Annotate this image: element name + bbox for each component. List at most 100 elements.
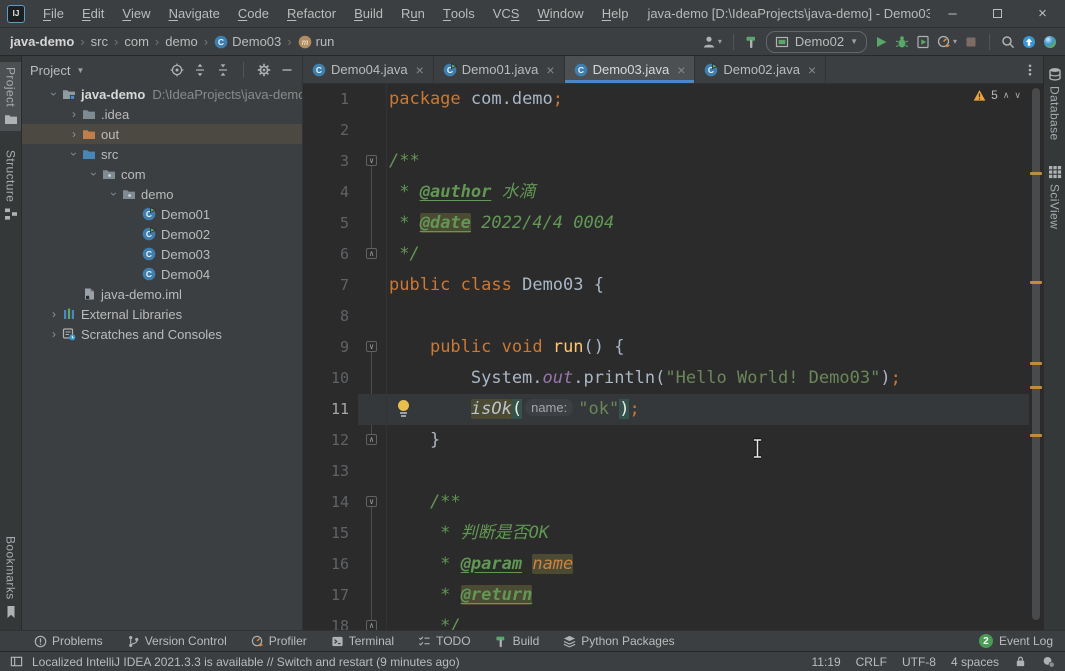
tree-item-demo03[interactable]: CDemo03 <box>22 244 302 264</box>
gutter-line-number[interactable]: 16 <box>303 549 358 580</box>
code-line-10[interactable]: 10 System.out.println("Hello World! Demo… <box>303 363 1029 394</box>
breadcrumb-item-demo03[interactable]: CDemo03 <box>214 34 281 49</box>
gutter-fold-column[interactable]: ∨ <box>358 487 387 518</box>
toolwindow-button-python-packages[interactable]: Python Packages <box>563 634 674 648</box>
gutter-fold-column[interactable] <box>358 270 387 301</box>
toolwindow-button-profiler[interactable]: Profiler <box>251 634 307 648</box>
tree-chevron-icon[interactable]: › <box>87 166 101 182</box>
tree-item-com[interactable]: ›com <box>22 164 302 184</box>
tree-item-java-demo-iml[interactable]: java-demo.iml <box>22 284 302 304</box>
code-line-12[interactable]: 12∧ } <box>303 425 1029 456</box>
tree-item-external-libraries[interactable]: ›External Libraries <box>22 304 302 324</box>
menu-item-navigate[interactable]: Navigate <box>160 0 229 27</box>
gutter-fold-column[interactable] <box>358 363 387 394</box>
previous-warning-button[interactable]: ∧ <box>1003 90 1010 101</box>
tree-chevron-icon[interactable]: › <box>47 86 61 102</box>
fold-end-icon[interactable]: ∧ <box>366 434 377 445</box>
update-available-button[interactable] <box>1022 35 1036 49</box>
user-menu[interactable]: ▾ <box>702 35 722 49</box>
gutter-fold-column[interactable]: ∨ <box>358 146 387 177</box>
gutter-fold-column[interactable] <box>358 518 387 549</box>
code-editor[interactable]: 1package com.demo;23∨/**4 * @author 水滴5 … <box>303 84 1043 630</box>
line-ending-widget[interactable]: CRLF <box>856 655 887 669</box>
menu-item-view[interactable]: View <box>113 0 159 27</box>
gutter-line-number[interactable]: 11 <box>303 394 358 425</box>
caret-position-widget[interactable]: 11:19 <box>811 655 840 669</box>
stripe-button-bookmarks[interactable]: Bookmarks <box>0 531 21 624</box>
menu-item-window[interactable]: Window <box>528 0 592 27</box>
code-line-7[interactable]: 7public class Demo03 { <box>303 270 1029 301</box>
toolwindow-button-version-control[interactable]: Version Control <box>127 634 227 648</box>
status-message[interactable]: Localized IntelliJ IDEA 2021.3.3 is avai… <box>32 655 460 669</box>
code-line-1[interactable]: 1package com.demo; <box>303 84 1029 115</box>
gutter-line-number[interactable]: 9 <box>303 332 358 363</box>
breadcrumb-item-src[interactable]: src <box>91 34 108 49</box>
code-line-3[interactable]: 3∨/** <box>303 146 1029 177</box>
gutter-fold-column[interactable]: ∧ <box>358 239 387 270</box>
gutter-line-number[interactable]: 13 <box>303 456 358 487</box>
fold-collapse-icon[interactable]: ∨ <box>366 155 377 166</box>
gutter-line-number[interactable]: 5 <box>303 208 358 239</box>
select-opened-file-button[interactable] <box>170 63 184 77</box>
fold-end-icon[interactable]: ∧ <box>366 248 377 259</box>
stop-button[interactable] <box>964 35 978 49</box>
menu-item-edit[interactable]: Edit <box>73 0 113 27</box>
warning-stripe-mark[interactable] <box>1030 434 1042 437</box>
close-tab-icon[interactable]: × <box>416 63 424 77</box>
code-line-5[interactable]: 5 * @date 2022/4/4 0004 <box>303 208 1029 239</box>
editor-scrollbar[interactable] <box>1032 88 1040 620</box>
menu-item-code[interactable]: Code <box>229 0 278 27</box>
tree-chevron-icon[interactable]: › <box>46 327 62 341</box>
next-warning-button[interactable]: ∨ <box>1014 90 1021 101</box>
close-tab-icon[interactable]: × <box>677 63 685 77</box>
project-panel-title[interactable]: Project <box>30 63 70 78</box>
gutter-line-number[interactable]: 14 <box>303 487 358 518</box>
menu-item-tools[interactable]: Tools <box>434 0 484 27</box>
code-with-me-button[interactable] <box>1043 35 1057 49</box>
intention-lightbulb-icon[interactable] <box>397 400 409 417</box>
fold-collapse-icon[interactable]: ∨ <box>366 341 377 352</box>
tree-chevron-icon[interactable]: › <box>67 146 81 162</box>
tree-chevron-icon[interactable]: › <box>46 307 62 321</box>
gutter-fold-column[interactable] <box>358 301 387 332</box>
menu-item-file[interactable]: File <box>34 0 73 27</box>
gutter-line-number[interactable]: 4 <box>303 177 358 208</box>
code-line-18[interactable]: 18∧ */ <box>303 611 1029 630</box>
code-line-8[interactable]: 8 <box>303 301 1029 332</box>
collapse-all-button[interactable] <box>216 63 230 77</box>
minimize-button[interactable]: – <box>930 0 975 27</box>
gutter-line-number[interactable]: 12 <box>303 425 358 456</box>
menu-item-build[interactable]: Build <box>345 0 392 27</box>
code-line-9[interactable]: 9∨ public void run() { <box>303 332 1029 363</box>
panel-settings-button[interactable] <box>257 63 271 77</box>
gutter-fold-column[interactable]: ∨ <box>358 332 387 363</box>
gutter-fold-column[interactable]: ∧ <box>358 611 387 630</box>
gutter-fold-column[interactable] <box>358 115 387 146</box>
expand-all-button[interactable] <box>193 63 207 77</box>
tab-demo01-java[interactable]: CDemo01.java× <box>434 56 565 83</box>
toolwindow-button-build[interactable]: Build <box>495 634 540 648</box>
gutter-line-number[interactable]: 18 <box>303 611 358 630</box>
gutter-line-number[interactable]: 8 <box>303 301 358 332</box>
gutter-fold-column[interactable] <box>358 549 387 580</box>
indent-widget[interactable]: 4 spaces <box>951 655 999 669</box>
tab-demo04-java[interactable]: CDemo04.java× <box>303 56 434 83</box>
gutter-line-number[interactable]: 3 <box>303 146 358 177</box>
gutter-fold-column[interactable] <box>358 208 387 239</box>
gutter-line-number[interactable]: 7 <box>303 270 358 301</box>
tab-demo03-java[interactable]: CDemo03.java× <box>565 56 696 83</box>
menu-item-run[interactable]: Run <box>392 0 434 27</box>
gutter-line-number[interactable]: 2 <box>303 115 358 146</box>
tree-item-demo02[interactable]: CDemo02 <box>22 224 302 244</box>
tree-chevron-icon[interactable]: › <box>66 127 82 141</box>
stripe-button-project[interactable]: Project <box>0 62 21 131</box>
tree-item-out[interactable]: ›out <box>22 124 302 144</box>
code-line-15[interactable]: 15 * 判断是否OK <box>303 518 1029 549</box>
breadcrumb-item-java-demo[interactable]: java-demo <box>10 34 74 49</box>
menu-item-refactor[interactable]: Refactor <box>278 0 345 27</box>
stripe-button-database[interactable]: Database <box>1044 62 1065 146</box>
warning-stripe-mark[interactable] <box>1030 362 1042 365</box>
gutter-fold-column[interactable] <box>358 177 387 208</box>
fold-collapse-icon[interactable]: ∨ <box>366 496 377 507</box>
tree-item-demo01[interactable]: CDemo01 <box>22 204 302 224</box>
